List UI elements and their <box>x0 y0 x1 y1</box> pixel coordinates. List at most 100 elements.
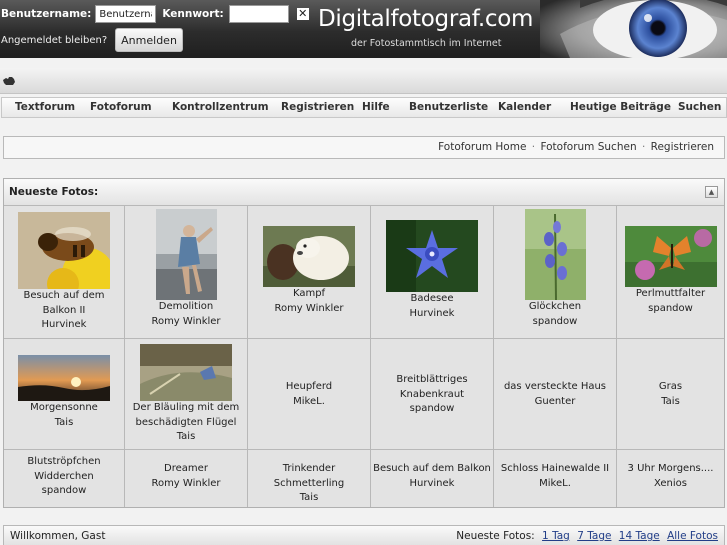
newest-photos-filter: Neueste Fotos: 1 Tag 7 Tage 14 Tage Alle… <box>456 530 718 542</box>
password-input[interactable] <box>228 5 289 23</box>
photo-cell[interactable]: Breitblättriges Knabenkraut spandow <box>371 339 494 450</box>
site-header: Benutzername: Kennwort: ✕ Angemeldet ble… <box>0 0 727 58</box>
site-tagline: der Fotostammtisch im Internet <box>351 38 502 49</box>
photo-cell[interactable]: Perlmuttfalter spandow <box>617 206 724 339</box>
photo-thumbnail[interactable] <box>524 209 586 300</box>
photo-cell[interactable]: Gras Tais <box>617 339 724 450</box>
photo-author[interactable]: spandow <box>494 315 616 330</box>
photo-title[interactable]: Badesee <box>371 292 493 307</box>
photo-author[interactable]: Guenter <box>494 395 616 410</box>
close-icon[interactable]: ✕ <box>296 8 309 20</box>
photo-author[interactable]: Tais <box>617 395 724 410</box>
photo-cell[interactable]: Der Bläuling mit dem beschädigten Flügel… <box>125 339 248 450</box>
photo-cell[interactable]: Heupferd MikeL. <box>248 339 371 450</box>
photo-cell[interactable]: Dreamer Romy Winkler <box>125 450 248 507</box>
photo-title[interactable]: Besuch auf dem Balkon <box>371 462 493 477</box>
login-button[interactable]: Anmelden <box>115 28 183 52</box>
filter-all-photos-link[interactable]: Alle Fotos <box>667 530 718 542</box>
photo-cell[interactable]: das versteckte Haus Guenter <box>494 339 617 450</box>
nav-textforum[interactable]: Textforum <box>15 101 75 113</box>
photo-cell[interactable]: 3 Uhr Morgens.... Xenios <box>617 450 724 507</box>
footer-bar: Willkommen, Gast Neueste Fotos: 1 Tag 7 … <box>3 525 725 545</box>
login-row: Benutzername: Kennwort: ✕ <box>1 5 309 23</box>
photo-cell[interactable]: Blutströpfchen Widderchen spandow <box>4 450 125 507</box>
photo-grid: Besuch auf dem Balkon II Hurvinek Demoli… <box>4 206 724 507</box>
filter-14-days-link[interactable]: 14 Tage <box>619 530 660 542</box>
breadcrumb-home-link[interactable]: Fotoforum Home <box>438 141 526 153</box>
photo-cell[interactable]: Schloss Hainewalde II MikeL. <box>494 450 617 507</box>
photo-author[interactable]: Tais <box>248 491 370 506</box>
photo-author[interactable]: Romy Winkler <box>248 302 370 317</box>
photo-thumbnail[interactable] <box>18 212 110 289</box>
photo-title[interactable]: Der Bläuling mit dem beschädigten Flügel <box>125 401 247 430</box>
photo-title[interactable]: Heupferd <box>248 380 370 395</box>
photo-title[interactable]: 3 Uhr Morgens.... <box>617 462 724 477</box>
photo-title[interactable]: Dreamer <box>125 462 247 477</box>
breadcrumb-search-link[interactable]: Fotoforum Suchen <box>540 141 636 153</box>
username-input[interactable] <box>95 5 157 23</box>
nav-suchen[interactable]: Suchen <box>678 101 721 113</box>
photo-title[interactable]: Trinkender Schmetterling <box>248 462 370 491</box>
photo-author[interactable]: Tais <box>4 416 124 431</box>
photo-title[interactable]: Perlmuttfalter <box>617 287 724 302</box>
photo-author[interactable]: Hurvinek <box>371 477 493 492</box>
eye-banner-image <box>540 0 727 58</box>
photo-cell[interactable]: Demolition Romy Winkler <box>125 206 248 339</box>
photo-title[interactable]: Glöckchen <box>494 300 616 315</box>
photo-title[interactable]: Morgensonne <box>4 401 124 416</box>
photo-title[interactable]: Schloss Hainewalde II <box>494 462 616 477</box>
remember-me-label[interactable]: Angemeldet bleiben? <box>1 35 107 46</box>
photo-cell[interactable]: Besuch auf dem Balkon II Hurvinek <box>4 206 125 339</box>
photo-cell[interactable]: Besuch auf dem Balkon Hurvinek <box>371 450 494 507</box>
nav-kontrollzentrum[interactable]: Kontrollzentrum <box>172 101 269 113</box>
password-label: Kennwort: <box>162 8 224 20</box>
breadcrumb: Fotoforum Home · Fotoforum Suchen · Regi… <box>3 136 725 159</box>
nav-fotoforum[interactable]: Fotoforum <box>90 101 152 113</box>
filter-1-day-link[interactable]: 1 Tag <box>542 530 570 542</box>
photo-thumbnail[interactable] <box>155 209 217 300</box>
photo-author[interactable]: Hurvinek <box>371 307 493 322</box>
filter-7-days-link[interactable]: 7 Tage <box>577 530 611 542</box>
breadcrumb-register-link[interactable]: Registrieren <box>651 141 714 153</box>
photo-author[interactable]: MikeL. <box>494 477 616 492</box>
photo-author[interactable]: spandow <box>4 484 124 499</box>
photo-title[interactable]: Gras <box>617 380 724 395</box>
site-logo[interactable]: Digitalfotograf.com <box>318 6 533 32</box>
nav-heutige-beitraege[interactable]: Heutige Beiträge <box>570 101 671 113</box>
photo-title[interactable]: Kampf <box>248 287 370 302</box>
photo-cell[interactable]: Glöckchen spandow <box>494 206 617 339</box>
photo-author[interactable]: Romy Winkler <box>125 315 247 330</box>
collapse-icon[interactable]: ▲ <box>705 186 718 198</box>
photo-title[interactable]: Breitblättriges Knabenkraut <box>371 373 493 402</box>
photo-cell[interactable]: Kampf Romy Winkler <box>248 206 371 339</box>
photo-cell[interactable]: Trinkender Schmetterling Tais <box>248 450 371 507</box>
photo-title[interactable]: Blutströpfchen Widderchen <box>4 455 124 484</box>
photo-author[interactable]: MikeL. <box>248 395 370 410</box>
newest-photos-label: Neueste Fotos: <box>456 530 535 542</box>
photo-title[interactable]: Besuch auf dem Balkon II <box>4 289 124 318</box>
newest-photos-panel: Neueste Fotos: ▲ Besuch auf dem Balkon I… <box>3 178 725 508</box>
photo-author[interactable]: Tais <box>125 430 247 445</box>
photo-thumbnail[interactable] <box>386 220 478 292</box>
nav-hilfe[interactable]: Hilfe <box>362 101 390 113</box>
photo-thumbnail[interactable] <box>624 226 717 287</box>
photo-author[interactable]: spandow <box>617 302 724 317</box>
nav-registrieren[interactable]: Registrieren <box>281 101 354 113</box>
photo-author[interactable]: spandow <box>371 402 493 417</box>
photo-author[interactable]: Romy Winkler <box>125 477 247 492</box>
breadcrumb-separator: · <box>531 141 536 153</box>
photo-cell[interactable]: Badesee Hurvinek <box>371 206 494 339</box>
hand-icon[interactable] <box>3 76 15 86</box>
photo-title[interactable]: das versteckte Haus <box>494 380 616 395</box>
photo-author[interactable]: Hurvinek <box>4 318 124 333</box>
main-nav: Textforum Fotoforum Kontrollzentrum Regi… <box>1 97 727 118</box>
photo-author[interactable]: Xenios <box>617 477 724 492</box>
nav-benutzerliste[interactable]: Benutzerliste <box>409 101 488 113</box>
photo-thumbnail[interactable] <box>263 226 355 287</box>
photo-title[interactable]: Demolition <box>125 300 247 315</box>
photo-thumbnail[interactable] <box>18 355 110 401</box>
photo-thumbnail[interactable] <box>140 344 232 401</box>
nav-kalender[interactable]: Kalender <box>498 101 551 113</box>
remember-row: Angemeldet bleiben? Anmelden <box>1 28 183 52</box>
photo-cell[interactable]: Morgensonne Tais <box>4 339 125 450</box>
